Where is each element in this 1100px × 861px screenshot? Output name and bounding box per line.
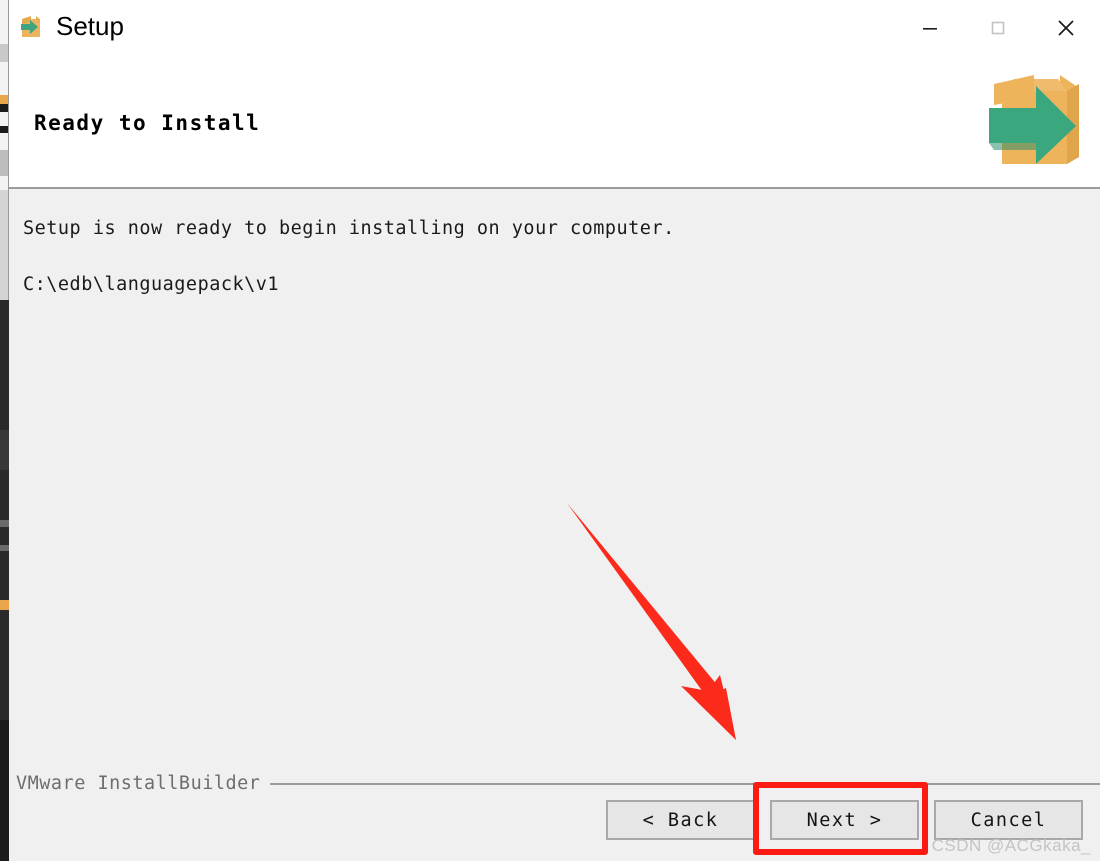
header-band: Ready to Install <box>9 63 1100 189</box>
setup-box-arrow-icon <box>17 12 45 40</box>
window-controls <box>896 0 1100 55</box>
ready-message: Setup is now ready to begin installing o… <box>23 218 675 239</box>
content-area: Setup is now ready to begin installing o… <box>9 189 1100 861</box>
maximize-icon <box>991 21 1005 34</box>
installbuilder-brand: VMware InstallBuilder <box>16 773 261 794</box>
footer-separator <box>270 783 1100 785</box>
minimize-button[interactable] <box>896 0 964 55</box>
setup-window: Setup Ready to Install Setup is now read… <box>9 0 1100 861</box>
close-icon <box>1058 19 1074 36</box>
background-window-sliver <box>0 0 9 861</box>
window-title: Setup <box>56 11 124 41</box>
maximize-button[interactable] <box>964 0 1032 55</box>
next-button[interactable]: Next > <box>770 800 919 840</box>
csdn-watermark: CSDN @ACGkaka_ <box>931 836 1091 855</box>
close-button[interactable] <box>1032 0 1100 55</box>
title-bar-left: Setup <box>17 12 124 40</box>
minimize-icon <box>923 27 937 30</box>
install-path: C:\edb\languagepack\v1 <box>23 274 280 295</box>
install-box-arrow-icon <box>974 58 1094 178</box>
cancel-button[interactable]: Cancel <box>934 800 1083 840</box>
title-bar: Setup <box>9 0 1100 63</box>
page-title: Ready to Install <box>34 111 261 135</box>
screen-root: Setup Ready to Install Setup is now read… <box>0 0 1100 861</box>
back-button[interactable]: < Back <box>606 800 755 840</box>
